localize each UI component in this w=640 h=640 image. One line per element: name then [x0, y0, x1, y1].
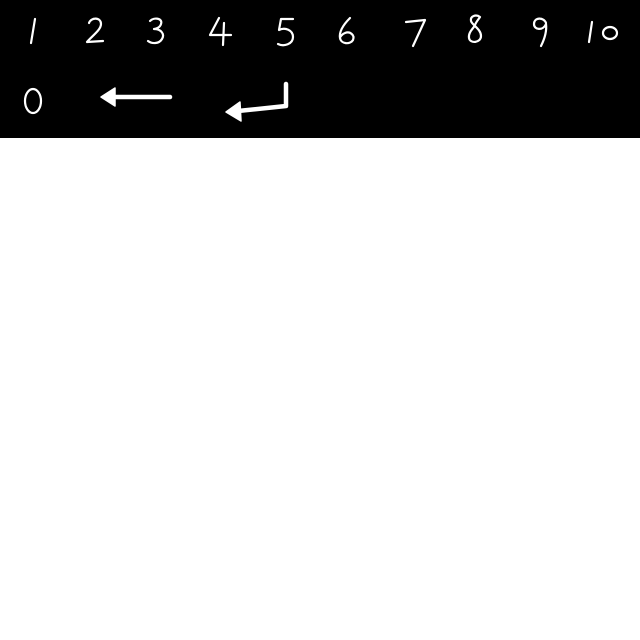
key-5[interactable]: 5	[272, 14, 298, 50]
number-10-icon	[587, 20, 619, 44]
key-4-label: 4	[206, 48, 207, 49]
key-7-label: 7	[402, 50, 403, 51]
key-5-label: 5	[272, 50, 273, 51]
key-6[interactable]: 6	[334, 14, 360, 48]
key-2[interactable]: 2	[82, 14, 108, 48]
app-root: 1 2 3 4 5	[0, 0, 640, 640]
key-1-label: 1	[22, 48, 23, 49]
key-8-label: 8	[462, 48, 463, 49]
digit-3-icon	[146, 17, 165, 45]
key-4[interactable]: 4	[206, 14, 234, 48]
backspace-key[interactable]	[98, 84, 176, 110]
handwritten-keypad: 1 2 3 4 5	[0, 0, 640, 138]
key-7[interactable]: 7	[402, 14, 430, 50]
key-10-label: 10	[583, 48, 584, 49]
key-3-label: 3	[143, 48, 144, 49]
digit-9-icon	[532, 17, 548, 48]
digit-4-icon	[208, 16, 233, 47]
key-0-label: 0	[18, 118, 19, 119]
digit-7-icon	[404, 18, 427, 48]
digit-8-icon	[467, 14, 483, 43]
key-8[interactable]: 8	[462, 12, 488, 48]
drawing-canvas[interactable]	[0, 138, 640, 640]
digit-5-icon	[276, 17, 295, 47]
enter-return-icon	[225, 81, 289, 122]
key-10[interactable]: 10	[583, 14, 625, 48]
digit-1-icon	[29, 17, 37, 45]
key-3[interactable]: 3	[143, 14, 169, 48]
backspace-arrow-icon	[100, 87, 173, 107]
key-9[interactable]: 9	[526, 14, 552, 50]
enter-key[interactable]	[222, 80, 294, 126]
key-1[interactable]: 1	[22, 14, 44, 48]
digit-2-icon	[85, 17, 105, 44]
digit-6-icon	[338, 16, 355, 45]
key-2-label: 2	[82, 48, 83, 49]
key-0[interactable]: 0	[18, 84, 48, 118]
digit-0-icon	[23, 87, 43, 115]
key-6-label: 6	[334, 48, 335, 49]
key-9-label: 9	[526, 50, 527, 51]
